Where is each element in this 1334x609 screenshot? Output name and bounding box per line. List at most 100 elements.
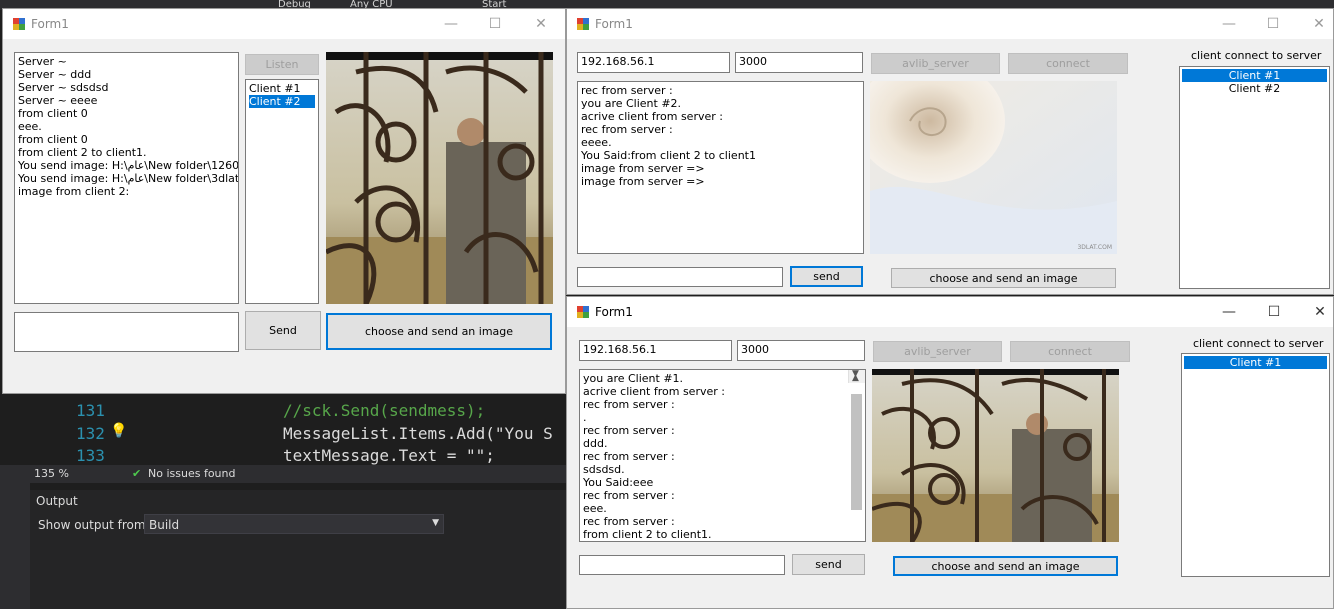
list-item[interactable]: eee. — [18, 120, 235, 133]
client1-form: Form1 — ☐ ✕ 192.168.56.1 3000 avlib_serv… — [566, 296, 1334, 609]
list-item[interactable]: image from server => — [581, 175, 860, 188]
list-item[interactable]: Server ~ ddd — [18, 68, 235, 81]
line-number: 132 — [76, 424, 105, 443]
list-item[interactable]: ddd. — [583, 437, 847, 450]
client2-picture-box: 3DLAT.COM — [870, 81, 1117, 254]
port-field[interactable]: 3000 — [737, 340, 865, 361]
window-title: Form1 — [31, 17, 69, 31]
maximize-icon[interactable]: ☐ — [485, 14, 505, 34]
list-item[interactable]: you are Client #2. — [581, 97, 860, 110]
close-icon[interactable]: ✕ — [1309, 14, 1329, 34]
list-item[interactable]: Server ~ — [18, 55, 235, 68]
lightbulb-icon[interactable]: 💡 — [110, 423, 128, 441]
ip-field[interactable]: 192.168.56.1 — [579, 340, 732, 361]
code-editor[interactable]: 131 132 133 💡 //sck.Send(sendmess); Mess… — [0, 395, 566, 465]
check-icon: ✔ — [132, 467, 142, 480]
server-message-input[interactable] — [14, 312, 239, 352]
zoom-level[interactable]: 135 % — [34, 467, 69, 480]
avlib-server-button[interactable]: avlib_server — [873, 341, 1002, 362]
vertical-scrollbar[interactable]: ▲ ▼ — [848, 370, 865, 510]
connect-button[interactable]: connect — [1008, 53, 1128, 74]
list-item[interactable]: sdsdsd. — [583, 463, 847, 476]
output-panel: Output Show output from: Build ▼ — [30, 490, 566, 609]
line-number: 133 — [76, 446, 105, 465]
minimize-icon[interactable]: — — [1219, 302, 1239, 322]
list-item[interactable]: you are Client #1. — [583, 372, 847, 385]
list-item[interactable]: rec from server : — [583, 515, 847, 528]
list-item[interactable]: eeee. — [581, 136, 860, 149]
window-title: Form1 — [595, 17, 633, 31]
list-item[interactable]: You send image: H:\عام\New folder\126065… — [18, 159, 238, 172]
image-watermark: 3DLAT.COM — [1077, 244, 1112, 251]
list-item[interactable]: You Said:eee — [583, 476, 847, 489]
send-button[interactable]: send — [792, 554, 865, 575]
output-source-dropdown[interactable]: Build ▼ — [144, 514, 444, 534]
ip-field[interactable]: 192.168.56.1 — [577, 52, 730, 73]
list-item[interactable]: rec from server : — [581, 123, 860, 136]
list-item[interactable]: from client 0 — [18, 133, 235, 146]
close-icon[interactable]: ✕ — [1310, 302, 1330, 322]
server-log-list[interactable]: Server ~ Server ~ ddd Server ~ sdsdsd Se… — [14, 52, 239, 304]
list-item[interactable]: . — [583, 411, 847, 424]
client1-clients-list[interactable]: Client #1 — [1181, 353, 1330, 577]
client2-log-list[interactable]: rec from server : you are Client #2. acr… — [577, 81, 864, 254]
list-item[interactable]: Client #1 — [249, 82, 315, 95]
line-number: 131 — [76, 401, 105, 420]
client2-clients-list[interactable]: Client #1 Client #2 — [1179, 66, 1330, 289]
list-item[interactable]: acrive client from server : — [583, 385, 847, 398]
list-item[interactable]: Server ~ eeee — [18, 94, 235, 107]
client1-titlebar[interactable]: Form1 — ☐ ✕ — [567, 297, 1333, 327]
server-picture-box — [326, 52, 553, 304]
listen-button[interactable]: Listen — [245, 54, 319, 75]
list-item[interactable]: rec from server : — [583, 489, 847, 502]
list-item[interactable]: You send image: H:\عام\New folder\3dlat.… — [18, 172, 238, 185]
server-clients-list[interactable]: Client #1 Client #2 — [245, 79, 319, 304]
list-item-selected[interactable]: Client #1 — [1182, 69, 1327, 82]
scroll-thumb[interactable] — [851, 394, 862, 510]
maximize-icon[interactable]: ☐ — [1264, 302, 1284, 322]
issues-status[interactable]: No issues found — [148, 467, 235, 480]
list-item-selected[interactable]: Client #2 — [249, 95, 315, 108]
server-form: Form1 — ☐ ✕ Server ~ Server ~ ddd Server… — [2, 8, 566, 394]
client2-message-input[interactable] — [577, 267, 783, 287]
list-item[interactable]: rec from server : — [581, 84, 860, 97]
code-line: MessageList.Items.Add("You S — [283, 424, 553, 443]
list-item-selected[interactable]: Client #1 — [1184, 356, 1327, 369]
minimize-icon[interactable]: — — [441, 14, 461, 34]
scroll-down-icon[interactable]: ▼ — [852, 370, 859, 381]
close-icon[interactable]: ✕ — [531, 14, 551, 34]
list-item[interactable]: from client 0 — [18, 107, 235, 120]
window-title: Form1 — [595, 305, 633, 319]
list-item[interactable]: rec from server : — [583, 398, 847, 411]
maximize-icon[interactable]: ☐ — [1263, 14, 1283, 34]
output-source-value: Build — [149, 518, 180, 532]
list-item[interactable]: rec from server : — [583, 424, 847, 437]
list-item[interactable]: image from server => — [581, 162, 860, 175]
connect-button[interactable]: connect — [1010, 341, 1130, 362]
list-item[interactable]: Server ~ sdsdsd — [18, 81, 235, 94]
list-item[interactable]: Client #2 — [1182, 82, 1327, 95]
client2-titlebar[interactable]: Form1 — ☐ ✕ — [567, 9, 1333, 39]
list-item[interactable]: from client 2 to client1. — [583, 528, 847, 541]
list-item[interactable]: acrive client from server : — [581, 110, 860, 123]
avlib-server-button[interactable]: avlib_server — [871, 53, 1000, 74]
minimize-icon[interactable]: — — [1219, 14, 1239, 34]
client2-form: Form1 — ☐ ✕ 192.168.56.1 3000 avlib_serv… — [566, 8, 1334, 295]
list-item[interactable]: rec from server : — [583, 450, 847, 463]
man-behind-gate-image — [872, 369, 1119, 542]
man-behind-gate-image — [326, 52, 553, 304]
list-item[interactable]: You Said:from client 2 to client1 — [581, 149, 860, 162]
client1-message-input[interactable] — [579, 555, 785, 575]
choose-image-button[interactable]: choose and send an image — [891, 268, 1116, 288]
server-titlebar[interactable]: Form1 — ☐ ✕ — [3, 9, 565, 39]
client1-log-list[interactable]: you are Client #1. acrive client from se… — [579, 369, 866, 542]
port-field[interactable]: 3000 — [735, 52, 863, 73]
choose-image-button[interactable]: choose and send an image — [326, 313, 552, 350]
send-button[interactable]: send — [790, 266, 863, 287]
choose-image-button[interactable]: choose and send an image — [893, 556, 1118, 576]
list-item[interactable]: eee. — [583, 502, 847, 515]
app-icon — [577, 18, 589, 30]
list-item[interactable]: image from client 2: — [18, 185, 235, 198]
list-item[interactable]: from client 2 to client1. — [18, 146, 235, 159]
send-button[interactable]: Send — [245, 311, 321, 350]
